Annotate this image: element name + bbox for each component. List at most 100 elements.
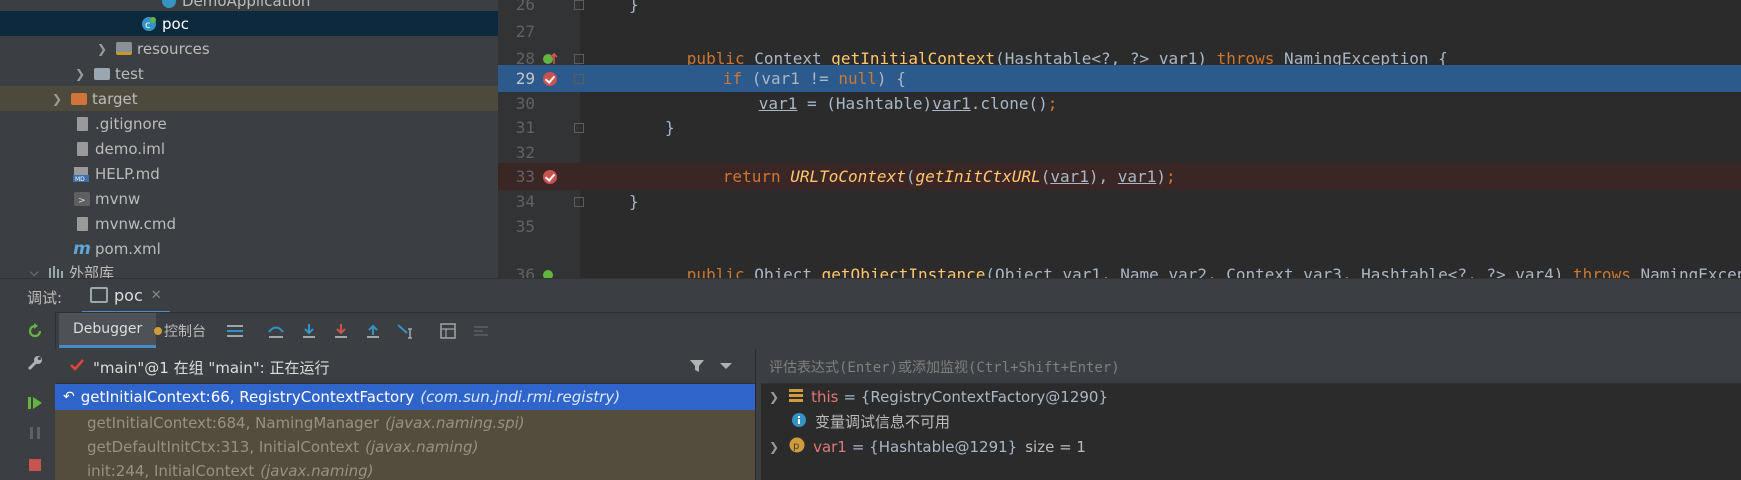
tree-item-resources[interactable]: ❯ resources (0, 36, 498, 61)
chevron-down-icon[interactable]: ⌵ (27, 265, 41, 278)
maven-icon: m (73, 238, 91, 259)
tree-item-pom-xml[interactable]: m pom.xml (0, 236, 498, 261)
stop-icon[interactable] (24, 454, 46, 476)
chevron-right-icon[interactable]: ❯ (769, 440, 779, 454)
chevron-right-icon[interactable]: ❯ (769, 390, 779, 404)
chevron-right-icon[interactable]: ❯ (95, 42, 109, 56)
code-text: ( (1040, 167, 1051, 186)
chevron-right-icon[interactable]: ❯ (73, 67, 87, 81)
code-line[interactable]: 35 (498, 213, 1741, 240)
variable-name: this (811, 387, 839, 406)
tree-item-label: target (92, 89, 138, 108)
close-icon[interactable]: ✕ (151, 288, 162, 303)
var-ref: var1 (932, 94, 971, 113)
frame-item[interactable]: ↶ getInitialContext:66, RegistryContextF… (55, 384, 755, 410)
tab-label: Debugger (73, 321, 143, 337)
code-editor[interactable]: 26 } 27 28 public Context getInitialCont… (498, 0, 1741, 278)
excluded-folder-icon (70, 91, 88, 107)
frame-package: (javax.naming) (260, 462, 374, 480)
debug-session-tab[interactable]: poc ✕ (82, 279, 170, 314)
evaluate-expression-icon[interactable] (437, 320, 459, 342)
var-ref: var1 (758, 94, 798, 113)
breakpoint-icon[interactable] (542, 71, 558, 87)
run-to-cursor-icon[interactable] (395, 320, 417, 342)
fold-marker-icon[interactable] (574, 53, 584, 64)
tree-item-test[interactable]: ❯ test (0, 61, 498, 86)
frame-method: getDefaultInitCtx:313, InitialContext (87, 438, 360, 456)
code-text: Object (744, 265, 822, 278)
parameter-icon: p (789, 437, 805, 457)
step-over-icon[interactable] (265, 320, 287, 342)
frame-package: (javax.naming.spi) (385, 414, 525, 432)
fold-marker-icon[interactable] (574, 196, 584, 207)
line-number: 29 (515, 69, 535, 88)
tree-item-mvnw-cmd[interactable]: mvnw.cmd (0, 211, 498, 236)
app-icon (90, 287, 108, 303)
svg-text:>: > (78, 196, 86, 206)
implementing-method-icon[interactable] (542, 267, 558, 278)
menu-icon[interactable] (224, 320, 246, 342)
spring-class-icon: c (140, 16, 158, 32)
field-icon (789, 388, 804, 406)
tree-item-gitignore[interactable]: .gitignore (0, 111, 498, 136)
frame-item[interactable]: getInitialContext:684, NamingManager (ja… (55, 410, 755, 436)
code-line[interactable]: 34 } (498, 188, 1741, 215)
code-text: ) (1156, 167, 1166, 186)
iml-file-icon (73, 141, 91, 157)
watch-placeholder: 评估表达式(Enter)或添加监视(Ctrl+Shift+Enter) (769, 360, 1120, 376)
code-line-breakpoint[interactable]: 33 return URLToContext(getInitCtxURL(var… (498, 163, 1741, 190)
rerun-icon[interactable] (24, 320, 46, 342)
code-text: } (665, 118, 675, 137)
step-out-icon[interactable] (362, 320, 384, 342)
line-number: 35 (515, 217, 535, 236)
keyword: public (686, 265, 745, 278)
frame-package: (javax.naming) (365, 438, 479, 456)
frame-method: getInitialContext:66, RegistryContextFac… (80, 388, 415, 406)
tree-item-demo-iml[interactable]: demo.iml (0, 136, 498, 161)
tree-item-poc[interactable]: c poc (0, 11, 498, 36)
variables-panel[interactable]: ❯ this = {RegistryContextFactory@1290} 变… (761, 384, 1741, 480)
force-step-into-icon[interactable] (330, 320, 352, 342)
dropdown-icon[interactable] (715, 355, 737, 377)
evaluate-watch-input[interactable]: 评估表达式(Enter)或添加监视(Ctrl+Shift+Enter) (761, 349, 1741, 384)
tab-debugger[interactable]: Debugger (59, 313, 157, 348)
code-text: } (629, 0, 639, 14)
settings-wrench-icon[interactable] (24, 352, 46, 374)
code-line-current[interactable]: 29 if (var1 != null) { (498, 65, 1741, 92)
thread-selector[interactable]: "main"@1 在组 "main": 正在运行 (55, 349, 755, 384)
frame-item[interactable]: init:244, InitialContext (javax.naming) (55, 458, 755, 480)
breakpoint-icon[interactable] (542, 169, 558, 185)
line-number: 33 (515, 167, 535, 186)
filter-icon[interactable] (686, 355, 708, 377)
method-call: getInitCtxURL (915, 167, 1041, 186)
tree-item-label: pom.xml (95, 239, 161, 258)
code-line[interactable]: 30 var1 = (Hashtable)var1.clone(); (498, 90, 1741, 117)
method-call: URLToContext (790, 167, 906, 186)
frame-return-icon: ↶ (63, 389, 75, 405)
fold-marker-icon[interactable] (574, 0, 584, 10)
tree-item-label: resources (137, 39, 210, 58)
code-line[interactable]: 31 } (498, 114, 1741, 141)
resume-icon[interactable] (24, 392, 46, 414)
frame-item[interactable]: getDefaultInitCtx:313, InitialContext (j… (55, 434, 755, 460)
trace-icon (470, 320, 492, 342)
fold-marker-icon[interactable] (574, 122, 584, 133)
code-line[interactable]: 36 public Object getObjectInstance(Objec… (498, 261, 1741, 278)
code-line[interactable]: 26 } (498, 0, 1741, 18)
tree-item-external-libraries[interactable]: ⌵ 外部库 (0, 260, 498, 278)
info-message: 变量调试信息不可用 (815, 413, 951, 431)
chevron-right-icon[interactable]: ❯ (50, 92, 64, 106)
variable-row[interactable]: ❯ this = {RegistryContextFactory@1290} (769, 384, 1108, 409)
tab-console[interactable]: 控制台 (154, 313, 206, 348)
tree-item-target[interactable]: ❯ target (0, 86, 498, 111)
debug-tab-bar: 调试: poc ✕ (0, 278, 1741, 314)
tree-item-mvnw[interactable]: > mvnw (0, 186, 498, 211)
variable-value: = {Hashtable@1291} (851, 437, 1018, 456)
step-into-icon[interactable] (298, 320, 320, 342)
variable-row[interactable]: ❯ p var1 = {Hashtable@1291} size = 1 (769, 434, 1086, 459)
tree-item-help-md[interactable]: MD HELP.md (0, 161, 498, 186)
fold-marker-icon[interactable] (574, 73, 584, 84)
frames-list[interactable]: ↶ getInitialContext:66, RegistryContextF… (55, 384, 755, 480)
var-ref: var1 (1050, 167, 1089, 186)
line-number: 36 (515, 265, 535, 278)
